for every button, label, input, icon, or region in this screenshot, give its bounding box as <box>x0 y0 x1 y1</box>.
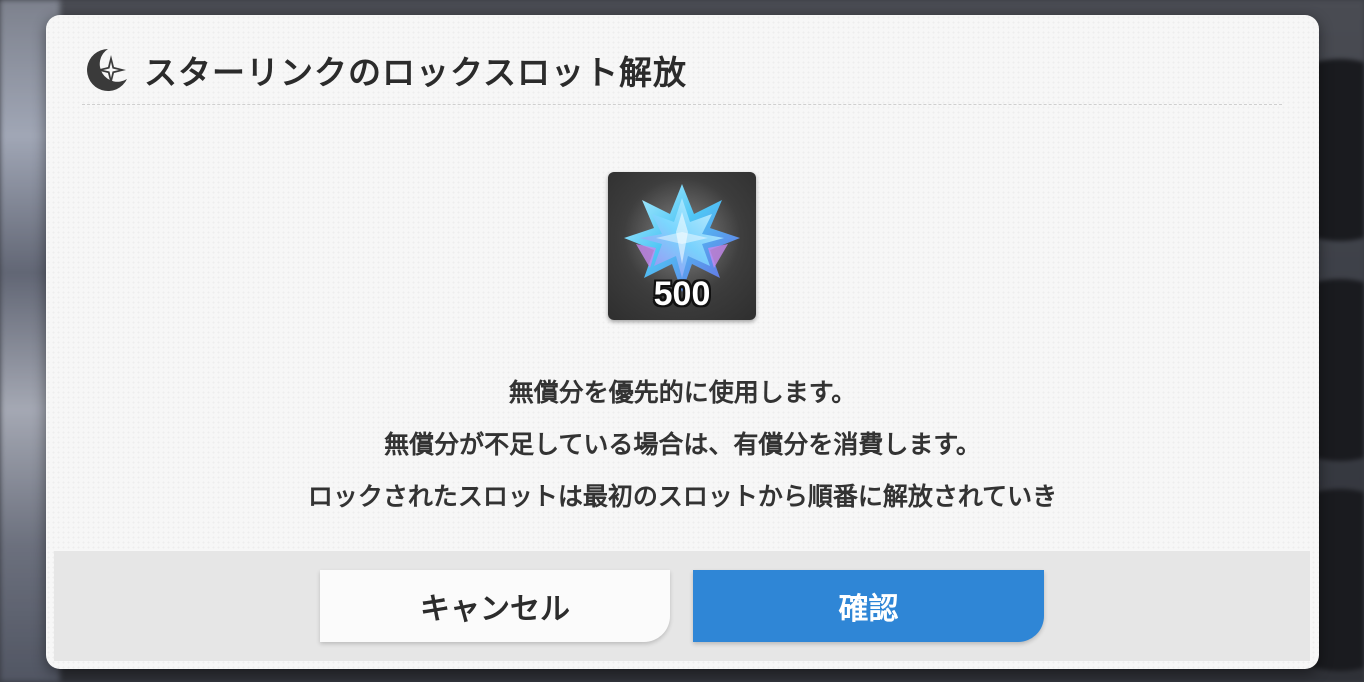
message-line: 無償分を優先的に使用します。 <box>508 378 857 407</box>
header-divider <box>82 104 1282 105</box>
unlock-slot-dialog: スターリンクのロックスロット解放 500 無償分を優先的に使用します。 無償分が… <box>46 15 1319 669</box>
confirm-button[interactable]: 確認 <box>693 570 1044 642</box>
message-line: 無償分が不足している場合は、有償分を消費します。 <box>384 430 981 459</box>
message-line: ロックされたスロットは最初のスロットから順番に解放されていき <box>307 482 1058 511</box>
cancel-button[interactable]: キャンセル <box>320 570 670 642</box>
dialog-title: スターリンクのロックスロット解放 <box>144 53 688 92</box>
starlink-icon <box>82 44 134 96</box>
dialog-message: 無償分を優先的に使用します。 無償分が不足している場合は、有償分を消費します。 … <box>46 367 1319 525</box>
item-count: 500 <box>653 275 711 313</box>
dialog-footer: キャンセル 確認 <box>54 551 1310 661</box>
cost-item: 500 <box>608 172 756 320</box>
dialog-header: スターリンクのロックスロット解放 <box>82 37 1282 103</box>
